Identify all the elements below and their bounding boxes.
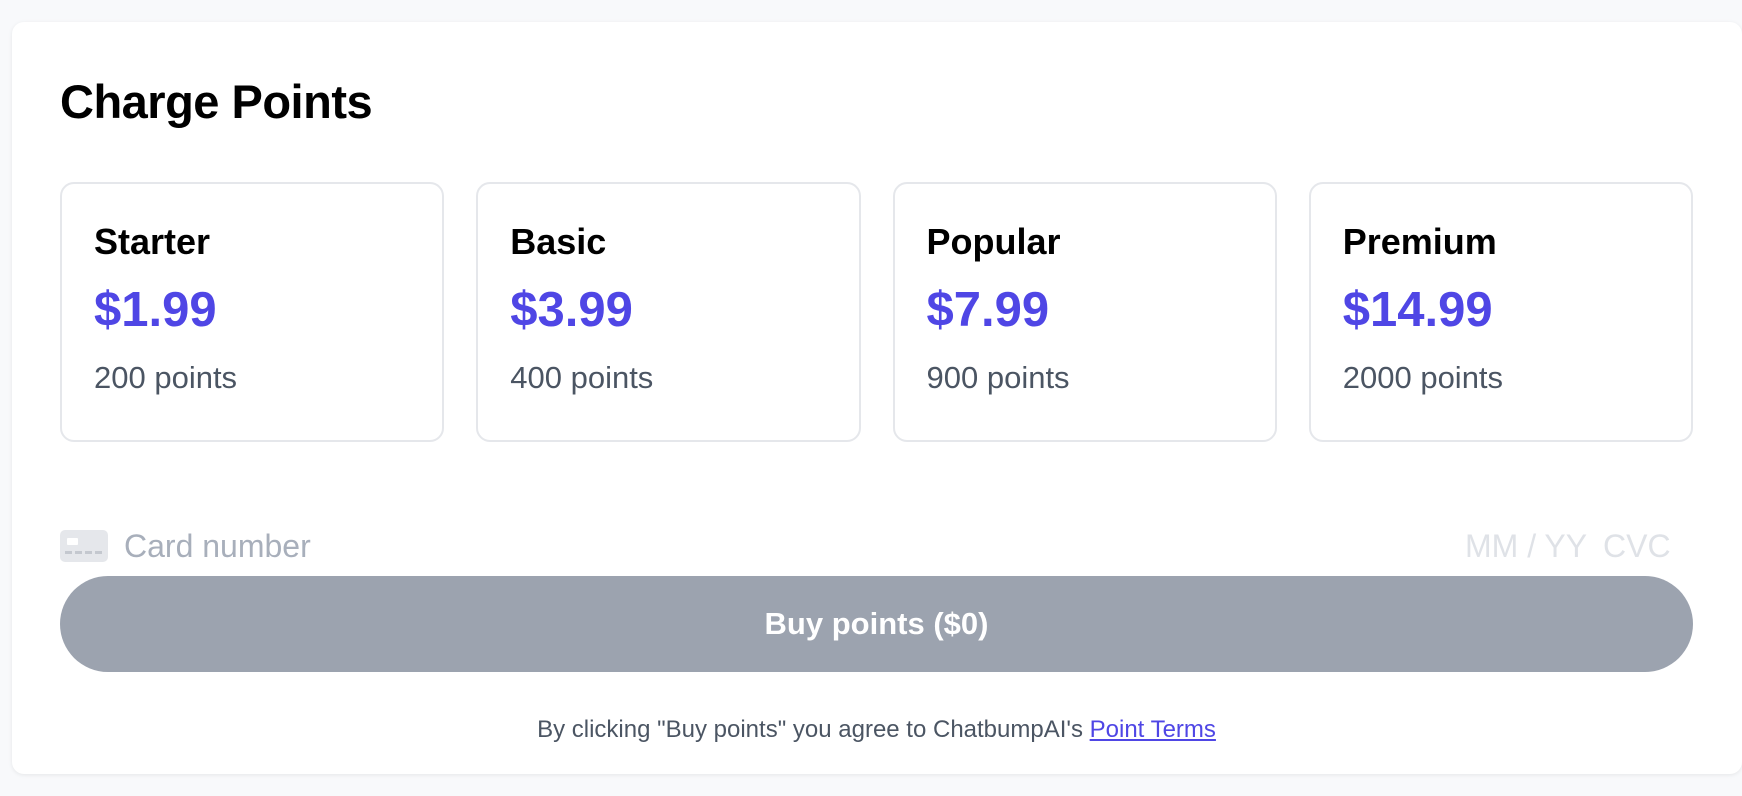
- charge-points-panel: Charge Points Starter $1.99 200 points B…: [12, 22, 1742, 774]
- card-digits: [65, 551, 103, 554]
- plan-name: Basic: [510, 221, 607, 262]
- card-number-input[interactable]: [124, 527, 1465, 565]
- plan-card-basic[interactable]: Basic $3.99 400 points: [476, 182, 861, 442]
- plan-price: $3.99: [510, 283, 633, 337]
- plan-points: 2000 points: [1342, 360, 1504, 395]
- plan-points: 900 points: [926, 360, 1070, 395]
- plan-list: Starter $1.99 200 points Basic $3.99 400…: [60, 182, 1693, 442]
- buy-points-button[interactable]: Buy points ($0): [60, 576, 1693, 672]
- plan-price: $7.99: [926, 283, 1050, 337]
- plan-price: $1.99: [94, 283, 217, 337]
- plan-card-starter[interactable]: Starter $1.99 200 points: [60, 182, 445, 442]
- plan-card-popular[interactable]: Popular $7.99 900 points: [892, 182, 1277, 442]
- card-entry-row: [60, 518, 1693, 574]
- plan-points: 200 points: [94, 360, 238, 395]
- point-terms-link[interactable]: Point Terms: [1090, 716, 1216, 743]
- terms-text: By clicking "Buy points" you agree to Ch…: [537, 716, 1090, 743]
- plan-name: Premium: [1342, 221, 1497, 262]
- plan-name: Popular: [926, 221, 1061, 262]
- plan-price: $14.99: [1342, 283, 1493, 337]
- plan-card-premium[interactable]: Premium $14.99 2000 points: [1308, 182, 1693, 442]
- credit-card-icon: [60, 530, 108, 562]
- terms-notice: By clicking "Buy points" you agree to Ch…: [60, 716, 1693, 744]
- card-chip: [67, 538, 78, 545]
- page-title: Charge Points: [60, 75, 373, 128]
- plan-points: 400 points: [510, 360, 654, 395]
- expiry-input[interactable]: [1465, 527, 1589, 565]
- cvc-input[interactable]: [1603, 527, 1675, 565]
- plan-name: Starter: [94, 221, 211, 262]
